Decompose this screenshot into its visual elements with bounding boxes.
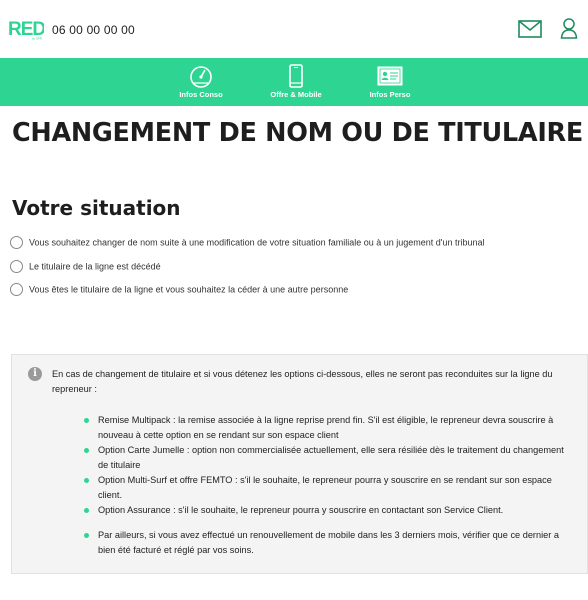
radio-label: Vous souhaitez changer de nom suite à un… <box>29 237 485 248</box>
bullet-text: Remise Multipack : la remise associée à … <box>98 415 554 440</box>
nav-label-infos-conso: Infos Conso <box>179 90 223 99</box>
bullet-dot-icon <box>84 533 89 538</box>
bullet-text: Option Multi-Surf et offre FEMTO : s'il … <box>98 475 552 500</box>
list-item: Option Carte Jumelle : option non commer… <box>84 443 576 473</box>
radio-option-transfer-line[interactable]: Vous êtes le titulaire de la ligne et vo… <box>10 283 348 297</box>
bullet-text: Par ailleurs, si vous avez effectué un r… <box>98 530 559 555</box>
radio-button[interactable] <box>10 283 23 296</box>
bullet-text: Option Carte Jumelle : option non commer… <box>98 445 564 470</box>
list-item: Par ailleurs, si vous avez effectué un r… <box>84 528 576 558</box>
radio-label: Le titulaire de la ligne est décédé <box>29 261 161 272</box>
page-title: CHANGEMENT DE NOM OU DE TITULAIRE <box>12 118 583 148</box>
bullet-dot-icon <box>84 418 89 423</box>
gauge-icon <box>190 66 212 88</box>
mobile-phone-icon <box>289 64 303 88</box>
id-card-icon <box>377 66 403 86</box>
nav-item-infos-perso[interactable]: Infos Perso <box>362 58 418 106</box>
radio-option-name-change[interactable]: Vous souhaitez changer de nom suite à un… <box>10 236 485 250</box>
info-intro: En cas de changement de titulaire et si … <box>52 369 553 394</box>
bullet-dot-icon <box>84 508 89 513</box>
nav-item-infos-conso[interactable]: Infos Conso <box>172 58 230 106</box>
bullet-text: Option Assurance : s'il le souhaite, le … <box>98 505 504 515</box>
bullet-dot-icon <box>84 448 89 453</box>
radio-button[interactable] <box>10 260 23 273</box>
mail-icon[interactable] <box>518 20 542 38</box>
info-box: i En cas de changement de titulaire et s… <box>11 354 588 574</box>
main-nav: Infos Conso Offre & Mobile Infos Perso <box>0 58 588 106</box>
bullet-dot-icon <box>84 478 89 483</box>
list-item: Option Multi-Surf et offre FEMTO : s'il … <box>84 473 576 503</box>
nav-item-offre-mobile[interactable]: Offre & Mobile <box>264 58 328 106</box>
phone-number: 06 00 00 00 00 <box>52 23 135 37</box>
red-logo[interactable]: RED by SFR <box>8 18 44 40</box>
svg-text:by SFR: by SFR <box>32 37 43 41</box>
section-title: Votre situation <box>12 196 181 220</box>
radio-button[interactable] <box>10 236 23 249</box>
radio-label: Vous êtes le titulaire de la ligne et vo… <box>29 284 349 295</box>
info-icon: i <box>28 367 42 381</box>
list-item: Remise Multipack : la remise associée à … <box>84 413 576 443</box>
list-item: Option Assurance : s'il le souhaite, le … <box>84 503 576 518</box>
radio-option-holder-deceased[interactable]: Le titulaire de la ligne est décédé <box>10 260 161 274</box>
top-header: RED by SFR 06 00 00 00 00 <box>0 0 588 58</box>
nav-label-infos-perso: Infos Perso <box>369 90 411 99</box>
nav-label-offre-mobile: Offre & Mobile <box>270 90 322 99</box>
user-account-icon[interactable] <box>560 17 578 39</box>
info-bullet-list: Remise Multipack : la remise associée à … <box>84 413 576 558</box>
